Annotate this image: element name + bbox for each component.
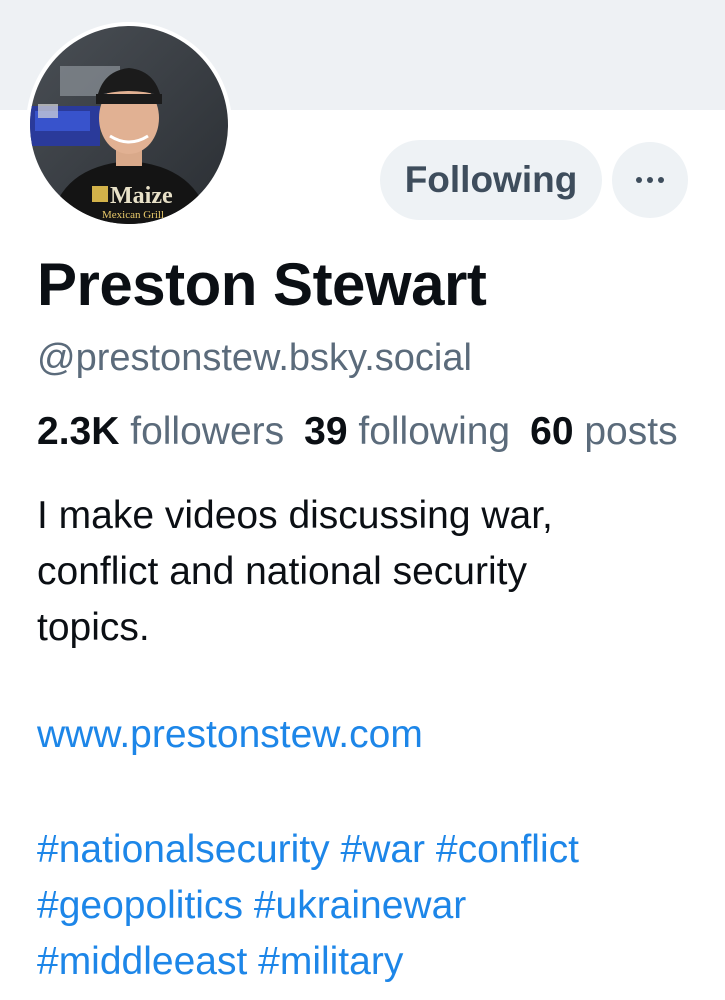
profile-handle: @prestonstew.bsky.social (37, 337, 472, 379)
followers-stat[interactable]: 2.3K followers (37, 410, 284, 453)
hashtag-link[interactable]: #war (341, 828, 426, 871)
avatar-photo: Maize Mexican Grill (30, 26, 228, 224)
following-label: following (358, 410, 511, 453)
hashtag-list: #nationalsecurity #war #conflict #geopol… (37, 822, 707, 990)
following-count: 39 (304, 410, 348, 453)
hashtag-link[interactable]: #conflict (436, 828, 579, 871)
followers-label: followers (130, 410, 285, 453)
svg-text:Maize: Maize (110, 183, 173, 209)
followers-count: 2.3K (37, 410, 120, 453)
svg-text:Mexican Grill: Mexican Grill (102, 209, 164, 221)
following-button[interactable]: Following (380, 140, 602, 220)
profile-stats: 2.3K followers 39 following 60 posts (37, 410, 725, 454)
posts-count: 60 (530, 410, 574, 453)
posts-stat: 60 posts (530, 410, 677, 453)
posts-label: posts (584, 410, 678, 453)
hashtag-link[interactable]: #military (258, 940, 403, 983)
profile-bio: I make videos discussing war, conflict a… (37, 488, 687, 656)
avatar-image: Maize Mexican Grill (30, 26, 228, 224)
avatar[interactable]: Maize Mexican Grill (26, 22, 232, 228)
hashtag-row: #nationalsecurity #war #conflict (37, 822, 707, 878)
hashtag-link[interactable]: #ukrainewar (254, 884, 466, 927)
bio-line: conflict and national security (37, 550, 527, 593)
hashtag-row: #geopolitics #ukrainewar (37, 878, 707, 934)
hashtag-link[interactable]: #middleeast (37, 940, 247, 983)
following-stat[interactable]: 39 following (304, 410, 510, 453)
bio-line: I make videos discussing war, (37, 494, 553, 537)
bio-line: topics. (37, 606, 150, 649)
ellipsis-icon (636, 177, 664, 183)
display-name: Preston Stewart (37, 251, 487, 318)
more-options-button[interactable] (612, 142, 688, 218)
hashtag-row: #middleeast #military (37, 934, 707, 990)
hashtag-link[interactable]: #nationalsecurity (37, 828, 330, 871)
hashtag-link[interactable]: #geopolitics (37, 884, 243, 927)
website-link[interactable]: www.prestonstew.com (37, 713, 423, 757)
